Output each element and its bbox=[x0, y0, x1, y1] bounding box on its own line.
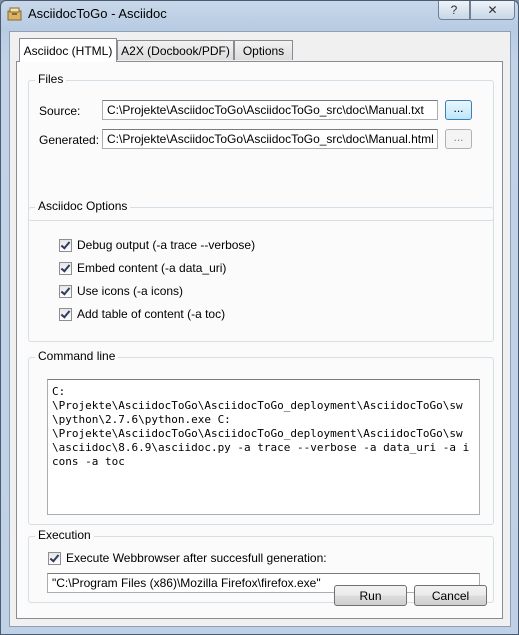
checkbox-label: Add table of content (-a toc) bbox=[77, 307, 226, 321]
command-line-group: Command line C: \Projekte\AsciidocToGo\A… bbox=[28, 349, 494, 525]
execution-group-title: Execution bbox=[35, 528, 94, 542]
generated-path-input[interactable]: C:\Projekte\AsciidocToGo\AsciidocToGo_sr… bbox=[102, 129, 438, 149]
checkbox-checked-icon bbox=[59, 261, 72, 275]
checkbox-checked-icon bbox=[48, 551, 61, 565]
checkbox-checked-icon bbox=[59, 307, 72, 321]
tab-asciidoc-html[interactable]: Asciidoc (HTML) bbox=[19, 38, 117, 62]
execute-browser-checkbox[interactable]: Execute Webbrowser after succesfull gene… bbox=[48, 550, 327, 566]
command-group-title: Command line bbox=[35, 349, 119, 363]
embed-content-checkbox[interactable]: Embed content (-a data_uri) bbox=[59, 260, 226, 276]
tab-panel-asciidoc: Files Source: C:\Projekte\AsciidocToGo\A… bbox=[16, 61, 503, 619]
debug-output-checkbox[interactable]: Debug output (-a trace --verbose) bbox=[59, 237, 255, 253]
help-button[interactable]: ? bbox=[438, 1, 470, 20]
tab-a2x-docbook-pdf[interactable]: A2X (Docbook/PDF) bbox=[117, 40, 234, 60]
checkbox-checked-icon bbox=[59, 238, 72, 252]
dialog-client: Asciidoc (HTML) A2X (Docbook/PDF) Option… bbox=[9, 31, 511, 627]
close-icon: ✕ bbox=[487, 3, 498, 17]
command-line-text[interactable]: C: \Projekte\AsciidocToGo\AsciidocToGo_d… bbox=[47, 379, 480, 515]
help-icon: ? bbox=[450, 3, 458, 17]
app-window: AsciidocToGo - Asciidoc ? ✕ Asciidoc (HT… bbox=[0, 0, 519, 635]
checkbox-label: Embed content (-a data_uri) bbox=[77, 261, 227, 275]
title-bar[interactable]: AsciidocToGo - Asciidoc ? ✕ bbox=[1, 1, 518, 27]
tab-label: Options bbox=[242, 43, 285, 58]
checkbox-checked-icon bbox=[59, 284, 72, 298]
source-browse-button[interactable]: ... bbox=[445, 100, 472, 120]
app-icon bbox=[7, 7, 22, 21]
window-title: AsciidocToGo - Asciidoc bbox=[28, 6, 167, 21]
files-group-title: Files bbox=[35, 72, 67, 86]
cancel-button[interactable]: Cancel bbox=[414, 585, 487, 606]
use-icons-checkbox[interactable]: Use icons (-a icons) bbox=[59, 283, 183, 299]
add-toc-checkbox[interactable]: Add table of content (-a toc) bbox=[59, 306, 225, 322]
close-button[interactable]: ✕ bbox=[470, 1, 515, 20]
source-path-input[interactable]: C:\Projekte\AsciidocToGo\AsciidocToGo_sr… bbox=[102, 100, 438, 120]
tab-label: Asciidoc (HTML) bbox=[23, 43, 113, 58]
tab-options[interactable]: Options bbox=[234, 40, 293, 60]
run-button[interactable]: Run bbox=[334, 585, 407, 606]
checkbox-label: Use icons (-a icons) bbox=[77, 284, 184, 298]
generated-browse-button[interactable]: ... bbox=[445, 129, 472, 149]
tab-label: A2X (Docbook/PDF) bbox=[121, 43, 230, 58]
checkbox-label: Execute Webbrowser after succesfull gene… bbox=[66, 551, 327, 565]
checkbox-label: Debug output (-a trace --verbose) bbox=[77, 238, 256, 252]
options-group-title: Asciidoc Options bbox=[35, 199, 131, 213]
generated-label: Generated: bbox=[39, 133, 100, 147]
source-label: Source: bbox=[39, 104, 81, 118]
asciidoc-options-group: Asciidoc Options Debug output (-a trace … bbox=[28, 199, 494, 342]
